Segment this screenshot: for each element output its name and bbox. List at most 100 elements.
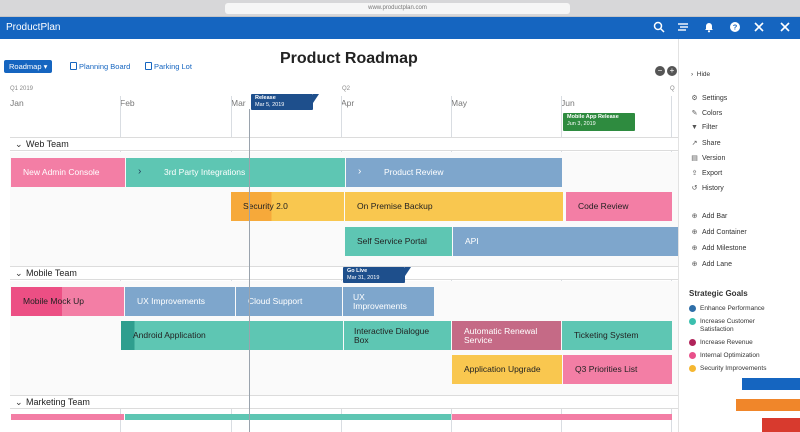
- filter-button[interactable]: ▼ Filter: [690, 124, 718, 131]
- brush-icon: ✎: [691, 110, 698, 117]
- lane-marketing-team[interactable]: ⌄ Marketing Team: [10, 395, 678, 409]
- filter-lines-icon[interactable]: [676, 21, 690, 35]
- expand-arrow-icon[interactable]: ›: [358, 167, 361, 177]
- bar-interactive-dialogue-box[interactable]: Interactive Dialogue Box: [344, 321, 451, 350]
- goal-label: Increase Revenue: [700, 339, 753, 346]
- goal-label: Internal Optimization: [700, 352, 760, 359]
- help-icon[interactable]: ?: [728, 21, 742, 35]
- chevron-down-icon[interactable]: ⌄: [15, 397, 23, 408]
- bar-cloud-support[interactable]: Cloud Support: [236, 287, 342, 316]
- tools-icon[interactable]: [752, 21, 766, 35]
- side-panel: › Hide ⚙ Settings ✎ Colors ▼ Filter ↗ Share …: [678, 39, 800, 432]
- bell-icon[interactable]: [702, 21, 716, 35]
- lane-name: Mobile Team: [26, 268, 77, 278]
- month-label: Jan: [10, 98, 24, 108]
- decor-block-red: [762, 418, 800, 432]
- goal-item[interactable]: Enhance Performance: [689, 305, 797, 314]
- bar-marketing-2[interactable]: [125, 414, 451, 420]
- bar-on-premise-backup[interactable]: On Premise Backup: [345, 192, 563, 221]
- add-lane-button[interactable]: ⊕ Add Lane: [690, 260, 732, 268]
- goal-color-dot: [689, 365, 696, 372]
- quarter-label: Q: [670, 86, 675, 92]
- bar-ticketing-system[interactable]: Ticketing System: [562, 321, 672, 350]
- goal-item[interactable]: Internal Optimization: [689, 352, 797, 361]
- version-label: Version: [702, 155, 726, 162]
- history-label: History: [702, 185, 724, 192]
- parking-lot-link[interactable]: Parking Lot: [145, 62, 192, 71]
- goal-item[interactable]: Increase Customer Satisfaction: [689, 318, 797, 334]
- search-icon[interactable]: [652, 21, 666, 35]
- settings-button[interactable]: ⚙ Settings: [690, 94, 727, 102]
- hide-label: Hide: [696, 71, 711, 78]
- collapse-icon[interactable]: [778, 21, 792, 35]
- milestone-date: Mar 5, 2019: [255, 102, 285, 108]
- bar-label: On Premise Backup: [357, 201, 433, 211]
- app-header: ProductPlan ?: [0, 17, 800, 39]
- goal-color-dot: [689, 305, 696, 312]
- goal-label: Security Improvements: [700, 365, 767, 372]
- bar-label: Mobile Mock Up: [23, 296, 84, 306]
- share-button[interactable]: ↗ Share: [690, 139, 721, 147]
- export-label: Export: [702, 170, 723, 177]
- lane-web-team[interactable]: ⌄ Web Team: [10, 137, 678, 151]
- milestone-mobile-app-release[interactable]: Mobile App Release Jun 3, 2019: [563, 113, 635, 131]
- bar-3rd-party-integrations[interactable]: › 3rd Party Integrations: [126, 158, 345, 187]
- add-container-label: Add Container: [702, 229, 747, 236]
- add-milestone-button[interactable]: ⊕ Add Milestone: [690, 244, 747, 252]
- bar-android-application[interactable]: Android Application: [121, 321, 343, 350]
- zoom-out-button[interactable]: −: [655, 66, 665, 76]
- milestone-date: Mar 31, 2019: [347, 275, 380, 281]
- export-button[interactable]: ⇪ Export: [690, 169, 723, 177]
- history-icon: ↺: [691, 185, 698, 192]
- roadmap-view-dropdown[interactable]: Roadmap ▾: [4, 60, 53, 73]
- app-brand[interactable]: ProductPlan: [6, 22, 60, 33]
- address-bar[interactable]: www.productplan.com: [225, 3, 570, 14]
- roadmap-canvas: Product Roadmap Roadmap ▾ Planning Board…: [0, 39, 678, 432]
- bar-ux-improvements[interactable]: UX Improvements: [125, 287, 235, 316]
- goal-item[interactable]: Increase Revenue: [689, 339, 797, 348]
- settings-label: Settings: [702, 95, 728, 102]
- chevron-down-icon[interactable]: ⌄: [15, 139, 23, 150]
- bar-label: Code Review: [578, 201, 629, 211]
- goal-item[interactable]: Security Improvements: [689, 365, 797, 374]
- bar-ux-improvements-2[interactable]: UX Improvements: [343, 287, 434, 316]
- hide-panel-button[interactable]: › Hide: [691, 71, 710, 78]
- bar-marketing-3[interactable]: [452, 414, 672, 420]
- milestone-title: Release: [255, 95, 276, 101]
- bar-q3-priorities-list[interactable]: Q3 Priorities List: [563, 355, 672, 384]
- planning-board-link[interactable]: Planning Board: [70, 62, 130, 71]
- bar-label: Application Upgrade: [464, 364, 541, 374]
- add-container-button[interactable]: ⊕ Add Container: [690, 228, 747, 236]
- bar-application-upgrade[interactable]: Application Upgrade: [452, 355, 562, 384]
- bar-label: Interactive Dialogue Box: [354, 325, 430, 345]
- bar-product-review[interactable]: › Product Review: [346, 158, 562, 187]
- quarter-label: Q2: [342, 86, 351, 92]
- bar-mobile-mock-up[interactable]: Mobile Mock Up: [11, 287, 124, 316]
- lane-name: Marketing Team: [26, 397, 90, 407]
- milestone-release[interactable]: Release Mar 5, 2019: [251, 94, 319, 110]
- export-icon: ⇪: [691, 170, 698, 177]
- bar-marketing-1[interactable]: [11, 414, 124, 420]
- bar-label: Q3 Priorities List: [575, 364, 638, 374]
- plus-circle-icon: ⊕: [691, 213, 698, 220]
- bar-label: API: [465, 236, 479, 246]
- add-milestone-label: Add Milestone: [702, 245, 747, 252]
- history-button[interactable]: ↺ History: [690, 184, 724, 192]
- chevron-down-icon[interactable]: ⌄: [15, 268, 23, 279]
- bar-automatic-renewal-service[interactable]: Automatic Renewal Service: [452, 321, 561, 350]
- bar-self-service-portal[interactable]: Self Service Portal: [345, 227, 452, 256]
- bar-api[interactable]: API: [453, 227, 678, 256]
- zoom-in-button[interactable]: +: [667, 66, 677, 76]
- bar-label: Ticketing System: [574, 330, 639, 340]
- add-bar-button[interactable]: ⊕ Add Bar: [690, 212, 728, 220]
- bar-security-2[interactable]: Security 2.0: [231, 192, 344, 221]
- milestone-go-live[interactable]: Go Live Mar 31, 2019: [343, 267, 411, 283]
- version-button[interactable]: ▤ Version: [690, 154, 725, 162]
- bar-new-admin-console[interactable]: New Admin Console: [11, 158, 125, 187]
- expand-arrow-icon[interactable]: ›: [138, 167, 141, 177]
- version-icon: ▤: [691, 155, 698, 162]
- goal-color-dot: [689, 318, 696, 325]
- filter-label: Filter: [702, 124, 718, 131]
- bar-code-review[interactable]: Code Review: [566, 192, 672, 221]
- colors-button[interactable]: ✎ Colors: [690, 109, 723, 117]
